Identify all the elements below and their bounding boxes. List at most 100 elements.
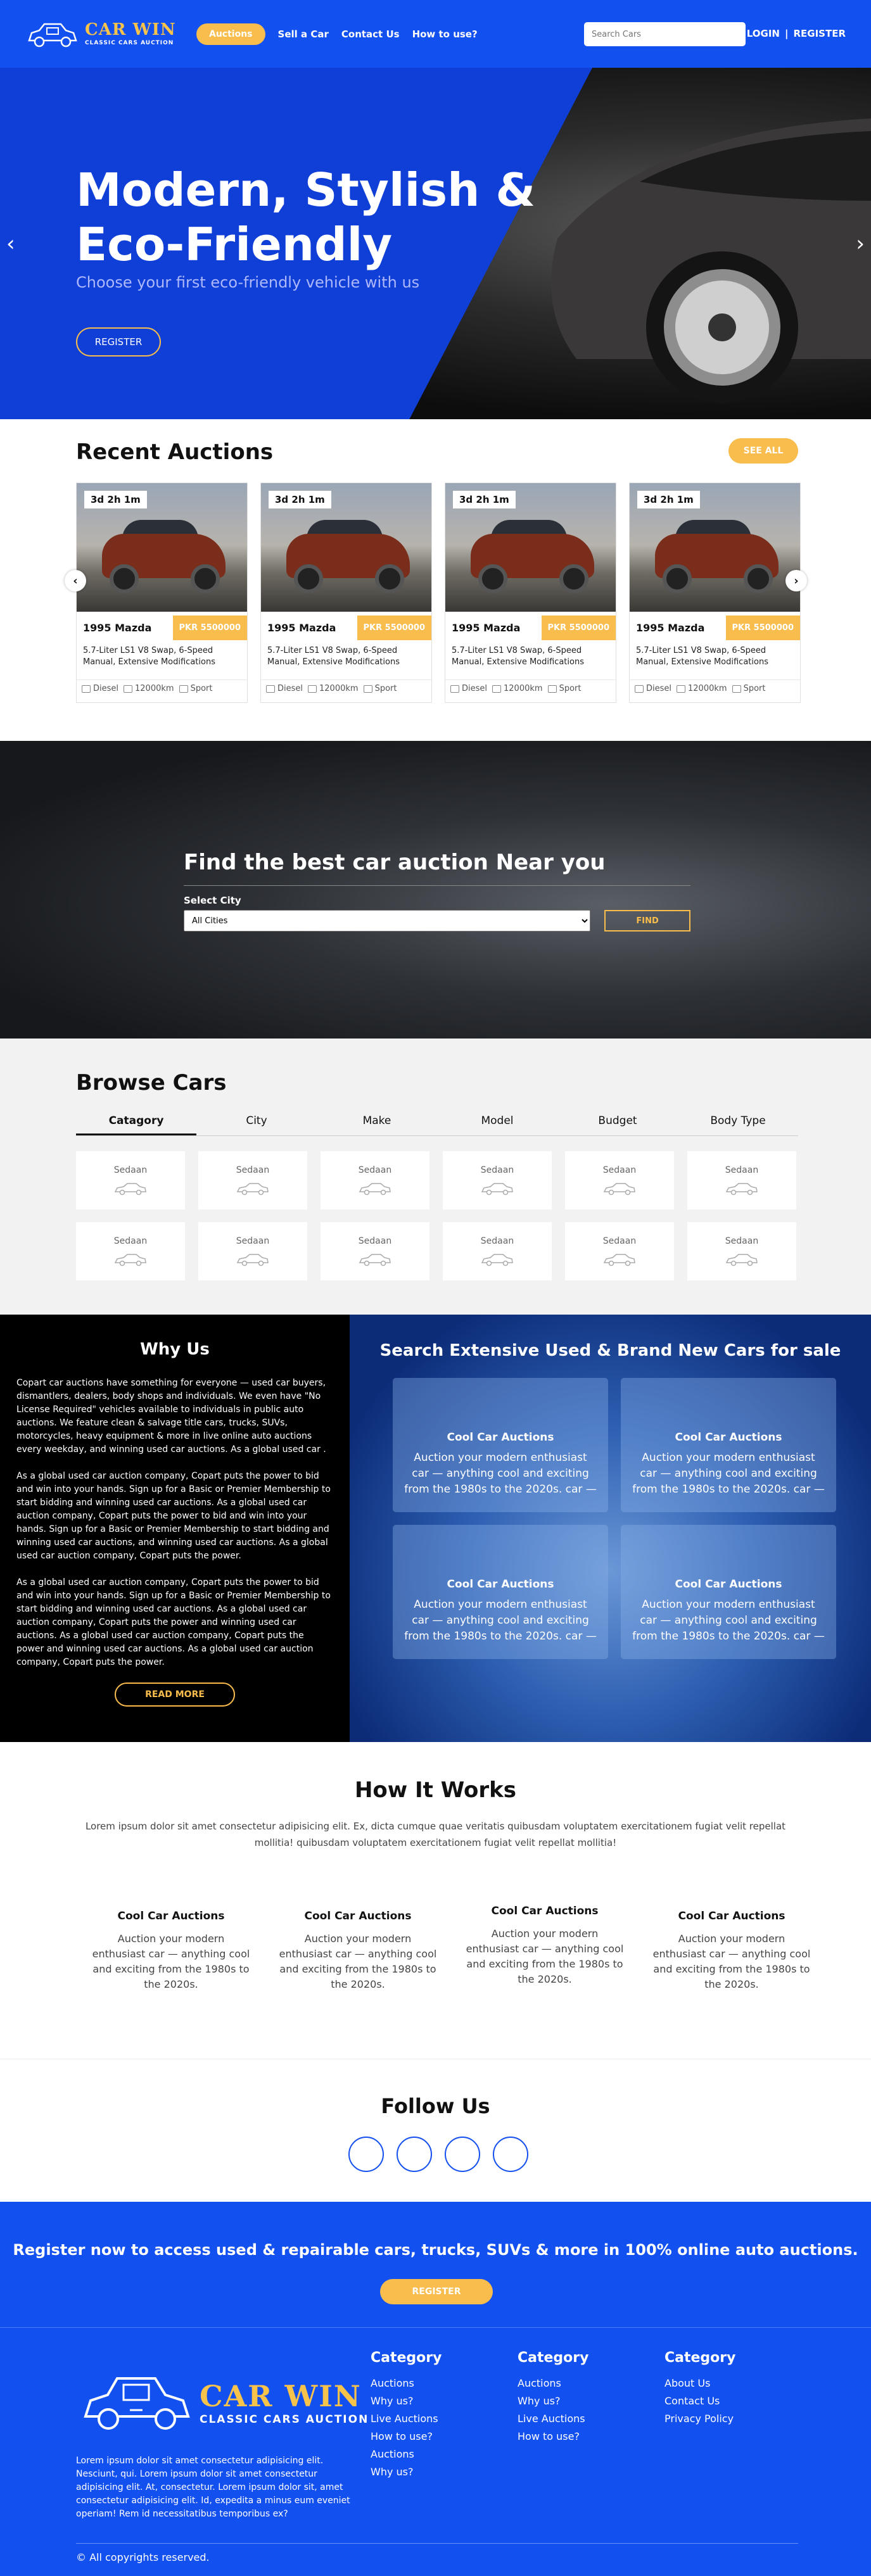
footer-column-title: Category xyxy=(664,2350,736,2366)
category-tile[interactable]: Sedaan xyxy=(198,1151,307,1209)
footer-link[interactable]: How to use? xyxy=(371,2430,497,2442)
step-title: Cool Car Auctions xyxy=(491,1905,599,1917)
hero-register-button[interactable]: REGISTER xyxy=(76,327,161,357)
footer-link[interactable]: How to use? xyxy=(518,2430,644,2442)
footer-link[interactable]: Why us? xyxy=(518,2395,644,2407)
copyright: © All copyrights reserved. xyxy=(76,2551,210,2563)
category-tile[interactable]: Sedaan xyxy=(198,1222,307,1280)
footer-link[interactable]: Privacy Policy xyxy=(664,2413,791,2425)
category-tile[interactable]: Sedaan xyxy=(76,1222,185,1280)
nav-auctions[interactable]: Auctions xyxy=(196,23,265,45)
auction-timer: 3d 2h 1m xyxy=(269,491,331,508)
category-tile-label: Sedaan xyxy=(602,1236,637,1246)
why-us-title: Why Us xyxy=(140,1340,210,1359)
sedan-car-icon xyxy=(725,1254,758,1266)
auction-card[interactable]: 3d 2h 1m 1995 Mazda PKR 5500000 5.7-Liter… xyxy=(445,483,616,703)
footer-link[interactable]: Auctions xyxy=(518,2377,644,2389)
footer-logo[interactable]: CAR WIN CLASSIC CARS AUCTION xyxy=(79,2366,369,2439)
tab-catagory[interactable]: Catagory xyxy=(76,1108,196,1135)
footer-link[interactable]: Why us? xyxy=(371,2395,497,2407)
feature-box[interactable]: Cool Car Auctions Auction your modern ent… xyxy=(621,1525,836,1659)
fuel-icon xyxy=(635,685,644,693)
category-tile[interactable]: Sedaan xyxy=(443,1151,552,1209)
km-spec: 12000km xyxy=(124,684,174,693)
feature-boxes: Cool Car Auctions Auction your modern ent… xyxy=(393,1378,836,1659)
carousel-prev-icon[interactable]: ‹ xyxy=(65,570,86,591)
nav-contact-us[interactable]: Contact Us xyxy=(341,28,400,40)
type-spec: Sport xyxy=(547,684,581,693)
brand-logo[interactable]: CAR WIN CLASSIC CARS AUCTION xyxy=(25,19,177,49)
why-us-paragraph: As a global used car auction company, Co… xyxy=(16,1577,331,1667)
footer-link[interactable]: About Us xyxy=(664,2377,791,2389)
social-icon[interactable] xyxy=(348,2137,384,2172)
feature-box-text: Auction your modern enthusiast car — any… xyxy=(632,1451,825,1496)
see-all-button[interactable]: SEE ALL xyxy=(728,438,798,464)
brand-title: CAR WIN xyxy=(85,20,176,39)
fuel-spec: Diesel xyxy=(82,684,118,693)
footer-link[interactable]: Why us? xyxy=(371,2466,497,2478)
sedan-car-icon xyxy=(359,1183,391,1196)
fuel-icon xyxy=(266,685,275,693)
social-icon[interactable] xyxy=(445,2137,480,2172)
hero-next-arrow-icon[interactable]: › xyxy=(856,231,865,256)
auction-card[interactable]: 3d 2h 1m 1995 Mazda PKR 5500000 5.7-Liter… xyxy=(76,483,248,703)
hero-prev-arrow-icon[interactable]: ‹ xyxy=(6,231,15,256)
sedan-car-icon xyxy=(725,1183,758,1196)
km-spec: 12000km xyxy=(677,684,727,693)
follow-us-section: Follow Us xyxy=(0,2059,871,2202)
footer-link[interactable]: Contact Us xyxy=(664,2395,791,2407)
category-tile[interactable]: Sedaan xyxy=(565,1222,674,1280)
car-description: 5.7-Liter LS1 V8 Swap, 6-Speed Manual, E… xyxy=(83,646,215,667)
category-tile-label: Sedaan xyxy=(236,1165,270,1175)
find-button[interactable]: FIND xyxy=(604,910,690,931)
footer-link[interactable]: Auctions xyxy=(371,2448,497,2460)
tab-model[interactable]: Model xyxy=(437,1108,557,1135)
nav-sell-a-car[interactable]: Sell a Car xyxy=(278,28,329,40)
register-link[interactable]: REGISTER xyxy=(793,28,846,39)
how-steps: Cool Car Auctions Auction your modern ent… xyxy=(92,1905,811,1992)
tab-city[interactable]: City xyxy=(196,1108,317,1135)
auction-card[interactable]: 3d 2h 1m 1995 Mazda PKR 5500000 5.7-Liter… xyxy=(629,483,801,703)
car-description: 5.7-Liter LS1 V8 Swap, 6-Speed Manual, E… xyxy=(636,646,768,667)
hero-title: Modern, Stylish & Eco-Friendly xyxy=(76,163,536,271)
how-step: Cool Car Auctions Auction your modern ent… xyxy=(279,1910,437,1992)
car-name: 1995 Mazda xyxy=(452,621,521,634)
fuel-spec: Diesel xyxy=(450,684,487,693)
footer-link[interactable]: Live Auctions xyxy=(518,2413,644,2425)
category-tile[interactable]: Sedaan xyxy=(565,1151,674,1209)
social-icon[interactable] xyxy=(397,2137,432,2172)
nav-how-to-use[interactable]: How to use? xyxy=(412,28,478,40)
city-select[interactable]: All Cities xyxy=(184,910,591,931)
read-more-button[interactable]: READ MORE xyxy=(115,1683,235,1707)
category-tile[interactable]: Sedaan xyxy=(443,1222,552,1280)
tab-budget[interactable]: Budget xyxy=(557,1108,678,1135)
feature-box[interactable]: Cool Car Auctions Auction your modern ent… xyxy=(621,1378,836,1512)
category-tile[interactable]: Sedaan xyxy=(321,1222,429,1280)
tab-make[interactable]: Make xyxy=(317,1108,437,1135)
car-type-icon xyxy=(547,685,557,693)
tab-body-type[interactable]: Body Type xyxy=(678,1108,798,1135)
car-price: PKR 5500000 xyxy=(357,615,431,640)
fuel-icon xyxy=(450,685,459,693)
feature-box[interactable]: Cool Car Auctions Auction your modern ent… xyxy=(393,1378,608,1512)
category-tile[interactable]: Sedaan xyxy=(321,1151,429,1209)
cta-register-button[interactable]: REGISTER xyxy=(380,2279,493,2304)
footer-column: Category Auctions Why us? Live Auctions … xyxy=(371,2350,497,2484)
feature-box[interactable]: Cool Car Auctions Auction your modern ent… xyxy=(393,1525,608,1659)
footer-link[interactable]: Live Auctions xyxy=(371,2413,497,2425)
find-title: Find the best car auction Near you xyxy=(184,850,690,886)
category-tile[interactable]: Sedaan xyxy=(687,1151,796,1209)
auction-card[interactable]: 3d 2h 1m 1995 Mazda PKR 5500000 5.7-Liter… xyxy=(260,483,432,703)
category-tile[interactable]: Sedaan xyxy=(687,1222,796,1280)
cta-text: Register now to access used & repairable… xyxy=(13,2241,858,2259)
category-tile[interactable]: Sedaan xyxy=(76,1151,185,1209)
category-tile-label: Sedaan xyxy=(358,1236,392,1246)
hero-subtitle: Choose your first eco-friendly vehicle w… xyxy=(76,274,420,291)
login-link[interactable]: LOGIN xyxy=(747,28,780,39)
footer-column-title: Category xyxy=(371,2350,442,2366)
search-input[interactable] xyxy=(584,22,746,46)
social-icon[interactable] xyxy=(493,2137,528,2172)
footer-link[interactable]: Auctions xyxy=(371,2377,497,2389)
browse-tabs: Catagory City Make Model Budget Body Typ… xyxy=(76,1108,798,1136)
carousel-next-icon[interactable]: › xyxy=(785,570,807,591)
